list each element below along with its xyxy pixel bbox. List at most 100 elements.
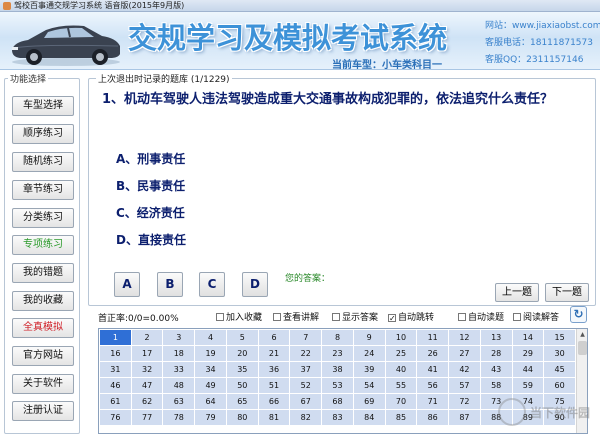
question-cell[interactable]: 42 — [449, 362, 481, 378]
checkbox-6[interactable]: 阅读解答 — [513, 310, 559, 323]
sidebar-button-3[interactable]: 随机练习 — [12, 152, 74, 172]
question-cell[interactable]: 61 — [100, 394, 132, 410]
sidebar-button-4[interactable]: 章节练习 — [12, 180, 74, 200]
question-cell[interactable]: 81 — [258, 410, 291, 426]
question-cell[interactable]: 79 — [195, 410, 227, 426]
sidebar-button-9[interactable]: 全真模拟 — [12, 318, 74, 338]
question-cell[interactable]: 18 — [163, 346, 196, 362]
checkbox-empty-icon[interactable] — [458, 313, 466, 321]
question-cell[interactable]: 62 — [131, 394, 164, 410]
scroll-thumb[interactable] — [578, 341, 587, 355]
question-cell[interactable]: 35 — [226, 362, 259, 378]
checkbox-2[interactable]: 查看讲解 — [273, 310, 319, 323]
question-cell[interactable]: 67 — [290, 394, 323, 410]
question-cell[interactable]: 2 — [131, 330, 164, 346]
question-cell[interactable]: 77 — [131, 410, 164, 426]
question-cell[interactable]: 13 — [480, 330, 513, 346]
question-cell[interactable]: 72 — [449, 394, 481, 410]
sidebar-button-5[interactable]: 分类练习 — [12, 208, 74, 228]
question-cell[interactable]: 9 — [353, 330, 386, 346]
question-cell[interactable]: 37 — [290, 362, 323, 378]
question-cell[interactable]: 46 — [100, 378, 132, 394]
question-cell[interactable]: 14 — [512, 330, 545, 346]
question-cell[interactable]: 55 — [385, 378, 418, 394]
question-cell[interactable]: 68 — [322, 394, 354, 410]
question-cell[interactable]: 57 — [449, 378, 481, 394]
question-cell[interactable]: 29 — [512, 346, 545, 362]
question-cell[interactable]: 16 — [100, 346, 132, 362]
checkbox-3[interactable]: 显示答案 — [332, 310, 378, 323]
question-cell[interactable]: 30 — [544, 346, 576, 362]
question-cell[interactable]: 47 — [131, 378, 164, 394]
question-cell[interactable]: 36 — [258, 362, 291, 378]
question-cell[interactable]: 33 — [163, 362, 196, 378]
checkbox-5[interactable]: 自动读题 — [458, 310, 504, 323]
sidebar-button-8[interactable]: 我的收藏 — [12, 291, 74, 311]
question-cell[interactable]: 69 — [353, 394, 386, 410]
question-cell[interactable]: 31 — [100, 362, 132, 378]
question-cell[interactable]: 25 — [385, 346, 418, 362]
question-cell[interactable]: 7 — [290, 330, 323, 346]
question-cell[interactable]: 87 — [449, 410, 481, 426]
question-cell[interactable]: 84 — [353, 410, 386, 426]
question-cell[interactable]: 80 — [226, 410, 259, 426]
question-cell[interactable]: 28 — [480, 346, 513, 362]
question-cell[interactable]: 86 — [417, 410, 450, 426]
answer-a-button[interactable]: A — [114, 272, 140, 297]
refresh-icon[interactable]: ↻ — [570, 306, 587, 323]
question-cell[interactable]: 83 — [322, 410, 354, 426]
question-cell[interactable]: 17 — [131, 346, 164, 362]
question-cell[interactable]: 82 — [290, 410, 323, 426]
answer-c-button[interactable]: C — [199, 272, 225, 297]
question-cell[interactable]: 51 — [258, 378, 291, 394]
question-cell[interactable]: 76 — [100, 410, 132, 426]
prev-question-button[interactable]: 上一题 — [495, 283, 539, 302]
answer-b-button[interactable]: B — [157, 272, 183, 297]
question-cell[interactable]: 6 — [258, 330, 291, 346]
question-cell[interactable]: 54 — [353, 378, 386, 394]
question-cell[interactable]: 53 — [322, 378, 354, 394]
question-cell[interactable]: 70 — [385, 394, 418, 410]
question-cell[interactable]: 56 — [417, 378, 450, 394]
question-cell[interactable]: 10 — [385, 330, 418, 346]
question-cell[interactable]: 5 — [226, 330, 259, 346]
question-cell[interactable]: 58 — [480, 378, 513, 394]
question-cell[interactable]: 26 — [417, 346, 450, 362]
question-cell[interactable]: 59 — [512, 378, 545, 394]
question-cell[interactable]: 15 — [544, 330, 576, 346]
question-cell[interactable]: 1 — [100, 330, 132, 346]
question-cell[interactable]: 38 — [322, 362, 354, 378]
sidebar-button-1[interactable]: 车型选择 — [12, 96, 74, 116]
question-cell[interactable]: 71 — [417, 394, 450, 410]
checkbox-empty-icon[interactable] — [216, 313, 224, 321]
sidebar-button-6[interactable]: 专项练习 — [12, 235, 74, 255]
answer-d-button[interactable]: D — [242, 272, 268, 297]
sidebar-button-2[interactable]: 顺序练习 — [12, 124, 74, 144]
question-cell[interactable]: 40 — [385, 362, 418, 378]
question-cell[interactable]: 60 — [544, 378, 576, 394]
question-cell[interactable]: 19 — [195, 346, 227, 362]
sidebar-button-12[interactable]: 注册认证 — [12, 401, 74, 421]
next-question-button[interactable]: 下一题 — [545, 283, 589, 302]
question-cell[interactable]: 34 — [195, 362, 227, 378]
website-link[interactable]: 网站：www.jiaxiaobst.com — [485, 18, 600, 31]
checkbox-1[interactable]: 加入收藏 — [216, 310, 262, 323]
question-cell[interactable]: 64 — [195, 394, 227, 410]
sidebar-button-11[interactable]: 关于软件 — [12, 374, 74, 394]
question-cell[interactable]: 22 — [290, 346, 323, 362]
question-cell[interactable]: 27 — [449, 346, 481, 362]
question-cell[interactable]: 50 — [226, 378, 259, 394]
question-cell[interactable]: 8 — [322, 330, 354, 346]
question-cell[interactable]: 4 — [195, 330, 227, 346]
question-cell[interactable]: 23 — [322, 346, 354, 362]
question-cell[interactable]: 63 — [163, 394, 196, 410]
question-cell[interactable]: 39 — [353, 362, 386, 378]
question-cell[interactable]: 12 — [449, 330, 481, 346]
question-cell[interactable]: 11 — [417, 330, 450, 346]
question-cell[interactable]: 24 — [353, 346, 386, 362]
question-cell[interactable]: 20 — [226, 346, 259, 362]
question-cell[interactable]: 3 — [163, 330, 196, 346]
question-cell[interactable]: 49 — [195, 378, 227, 394]
question-cell[interactable]: 41 — [417, 362, 450, 378]
question-cell[interactable]: 32 — [131, 362, 164, 378]
